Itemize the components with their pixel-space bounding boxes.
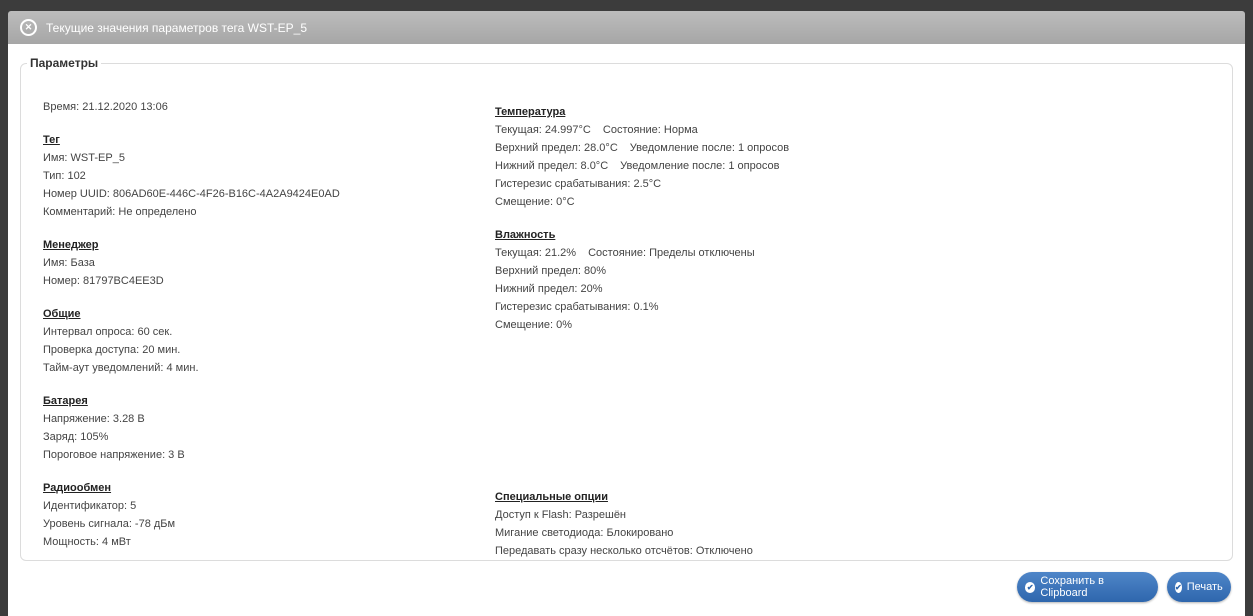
special-section-title: Специальные опции [495,491,608,503]
humidity-hysteresis: Гистерезис срабатывания: 0.1% [495,301,659,313]
tag-type: Тип: 102 [43,170,86,182]
battery-charge: Заряд: 105% [43,431,109,443]
radio-signal: Уровень сигнала: -78 дБм [43,518,176,530]
temperature-current-row: Текущая: 24.997°C Состояние: Норма [495,121,789,139]
battery-threshold: Пороговое напряжение: 3 В [43,449,185,461]
save-clipboard-label: Сохранить в Clipboard [1040,575,1104,599]
check-circle-icon: ✔ [1175,581,1182,593]
time-value: Время: 21.12.2020 13:06 [43,101,168,113]
battery-section-title: Батарея [43,395,88,407]
humidity-offset: Смещение: 0% [495,319,573,331]
special-multi: Передавать сразу несколько отсчётов: Отк… [495,545,753,557]
print-button[interactable]: ✔ Печать [1167,572,1231,602]
manager-number: Номер: 81797BC4EE3D [43,275,164,287]
temperature-lower: Нижний предел: 8.0°C [495,160,609,172]
temperature-hysteresis: Гистерезис срабатывания: 2.5°C [495,178,662,190]
temperature-upper: Верхний предел: 28.0°C [495,142,618,154]
special-flash: Доступ к Flash: Разрешён [495,509,627,521]
dialog-title: Текущие значения параметров тега WST-EP_… [46,20,308,35]
manager-section-title: Менеджер [43,239,99,251]
temperature-state: Состояние: Норма [602,124,698,136]
tag-name: Имя: WST-EP_5 [43,152,125,164]
dialog-window: ✕ Текущие значения параметров тега WST-E… [0,0,1253,616]
tag-comment: Комментарий: Не определено [43,206,197,218]
dialog-titlebar: ✕ Текущие значения параметров тега WST-E… [8,11,1245,44]
humidity-current-row: Текущая: 21.2% Состояние: Пределы отключе… [495,244,789,262]
radio-section-title: Радиообмен [43,482,112,494]
temperature-upper-row: Верхний предел: 28.0°C Уведомление после:… [495,139,789,157]
battery-voltage: Напряжение: 3.28 В [43,413,145,425]
access-check: Проверка доступа: 20 мин. [43,344,181,356]
manager-name: Имя: База [43,257,95,269]
radio-power: Мощность: 4 мВт [43,536,131,548]
tag-section-title: Тег [43,134,60,146]
parameters-fieldset: Параметры Время: 21.12.2020 13:06 Тег Им… [20,56,1233,561]
special-led: Мигание светодиода: Блокировано [495,527,674,539]
temperature-current: Текущая: 24.997°C [495,124,591,136]
print-label: Печать [1186,581,1223,593]
humidity-lower: Нижний предел: 20% [495,283,603,295]
save-clipboard-button[interactable]: ✔ Сохранить в Clipboard [1017,572,1158,602]
radio-id: Идентификатор: 5 [43,500,137,512]
poll-interval: Интервал опроса: 60 сек. [43,326,173,338]
temperature-lower-notify: Уведомление после: 1 опросов [620,160,780,172]
temperature-section-title: Температура [495,106,566,118]
right-column: Температура Текущая: 24.997°C Состояние: … [495,103,789,334]
general-section-title: Общие [43,308,81,320]
humidity-section-title: Влажность [495,229,556,241]
humidity-upper: Верхний предел: 80% [495,265,607,277]
dialog-content: Параметры Время: 21.12.2020 13:06 Тег Им… [8,44,1245,616]
temperature-upper-notify: Уведомление после: 1 опросов [629,142,790,154]
parameters-legend: Параметры [30,56,99,70]
check-circle-icon: ✔ [1025,581,1036,593]
humidity-state: Состояние: Пределы отключены [588,247,755,259]
close-icon[interactable]: ✕ [20,19,37,36]
temperature-offset: Смещение: 0°C [495,196,575,208]
special-options-block: Специальные опции Доступ к Flash: Разреш… [495,488,753,560]
humidity-current: Текущая: 21.2% [495,247,577,259]
notify-timeout: Тайм-аут уведомлений: 4 мин. [43,362,199,374]
tag-uuid: Номер UUID: 806AD60E-446C-4F26-B16C-4A2A… [43,188,340,200]
temperature-lower-row: Нижний предел: 8.0°C Уведомление после: 1… [495,157,789,175]
left-column: Время: 21.12.2020 13:06 Тег Имя: WST-EP_… [43,98,340,551]
